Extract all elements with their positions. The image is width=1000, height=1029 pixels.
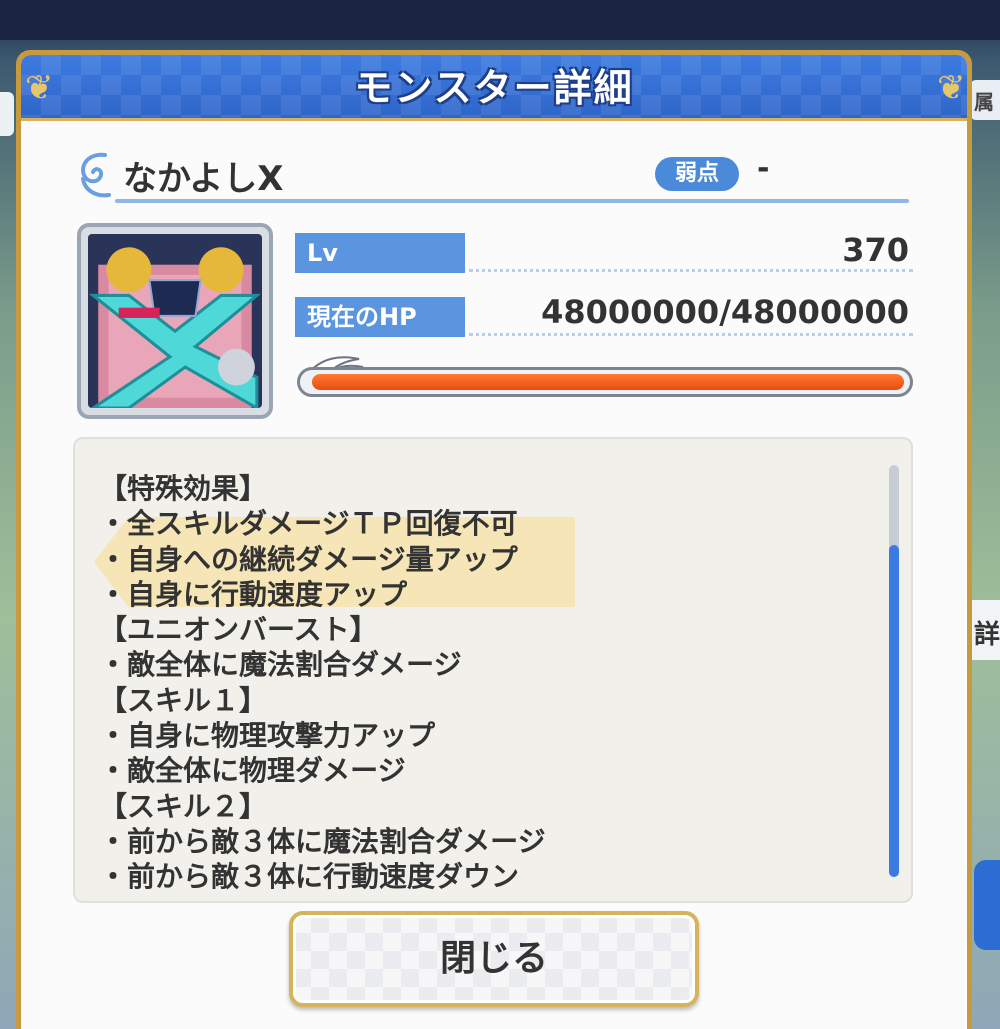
weakness-badge: 弱点: [655, 157, 739, 191]
close-button[interactable]: 閉じる: [289, 911, 699, 1007]
scrollbar-thumb[interactable]: [889, 545, 899, 877]
description-panel[interactable]: 【特殊効果】 ・全スキルダメージＴＰ回復不可 ・自身への継続ダメージ量アップ ・自身に…: [73, 437, 913, 903]
monster-portrait: [77, 223, 273, 419]
description-line: 【特殊効果】: [99, 472, 268, 505]
background-top-bar: [0, 0, 1000, 40]
hp-bar-fill: [312, 374, 904, 390]
description-line: ・敵全体に物理ダメージ: [99, 754, 406, 788]
background-right-blue-button: [974, 860, 1000, 950]
description-line: ・自身への継続ダメージ量アップ: [99, 542, 518, 576]
monster-image: [88, 234, 262, 408]
lv-label: Lv: [295, 233, 465, 273]
lv-value: 370: [842, 231, 909, 269]
scrollbar-track[interactable]: [889, 465, 899, 877]
swirl-ornament-icon: [81, 152, 111, 198]
description-line: ・前から敵３体に行動速度ダウン: [99, 860, 520, 894]
description-line: ・全スキルダメージＴＰ回復不可: [99, 507, 518, 541]
background-right-tab-detail: 詳: [972, 600, 1000, 660]
description-list: 【特殊効果】 ・全スキルダメージＴＰ回復不可 ・自身への継続ダメージ量アップ ・自身に…: [99, 471, 859, 895]
dialog-header: ❦ ❦ モンスター詳細: [21, 55, 967, 121]
monster-name: なかよしX: [123, 159, 284, 199]
description-line: ・自身に行動速度アップ: [99, 577, 408, 611]
hp-label: 現在のHP: [295, 297, 465, 337]
monster-name-row: なかよしX 弱点 -: [75, 145, 909, 205]
lv-dotted-line: [469, 269, 913, 272]
monster-detail-dialog: ❦ ❦ モンスター詳細 なかよしX 弱点 - Lv 370 現在のHP 4800…: [16, 50, 972, 1029]
dialog-title: モンスター詳細: [354, 66, 634, 110]
hp-bar: [297, 367, 913, 397]
weakness-value: -: [757, 151, 770, 186]
hp-dotted-line: [469, 333, 913, 336]
dialog-body: ❦ ❦ モンスター詳細 なかよしX 弱点 - Lv 370 現在のHP 4800…: [21, 55, 967, 1029]
name-underline: [115, 199, 909, 203]
background-left-tab: [0, 92, 14, 136]
background-right-tab-attribute: 属性: [970, 80, 1000, 120]
description-line: ・前から敵３体に魔法割合ダメージ: [99, 824, 546, 858]
description-line: ・敵全体に魔法割合ダメージ: [99, 648, 462, 682]
description-line: 【スキル２】: [99, 789, 268, 823]
hp-value: 48000000/48000000: [541, 293, 909, 331]
description-line: ・自身に物理攻撃力アップ: [99, 719, 436, 753]
description-line: 【ユニオンバースト】: [99, 613, 378, 647]
description-line: 【スキル１】: [99, 683, 268, 717]
